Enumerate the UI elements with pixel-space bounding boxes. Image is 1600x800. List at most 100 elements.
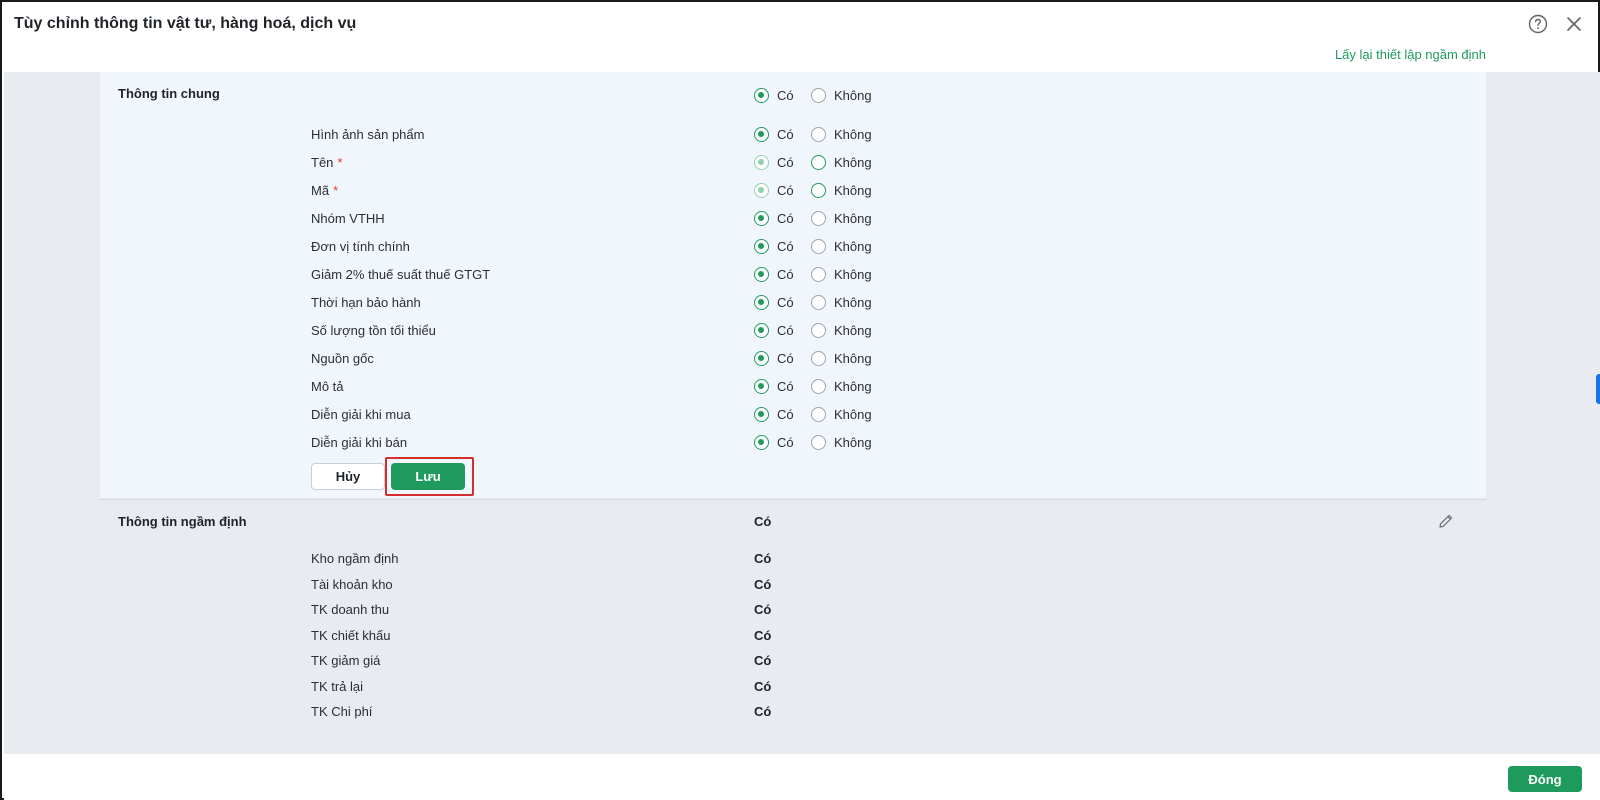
reset-defaults-link[interactable]: Lấy lại thiết lập ngầm định: [1335, 47, 1486, 62]
radio-yes-label: Có: [777, 378, 794, 394]
default-field-value: Có: [754, 576, 772, 592]
radio-no-dot[interactable]: [811, 126, 826, 142]
radio-no-label: Không: [834, 182, 872, 198]
field-name: Giảm 2% thuế suất thuế GTGT: [311, 267, 491, 282]
field-row-label: Tên *: [311, 155, 342, 170]
field-row-11-radio-group: Có Không: [754, 433, 872, 451]
radio-yes-dot[interactable]: [754, 238, 769, 254]
default-field-value: Có: [754, 551, 772, 566]
radio-no-label: Không: [834, 322, 872, 338]
field-name: Nhóm VTHH: [311, 211, 385, 226]
radio-yes-label: Có: [777, 434, 794, 450]
field-row-6-radio-yes[interactable]: Có: [754, 294, 811, 310]
field-row-0-radio-yes[interactable]: Có: [754, 126, 811, 142]
radio-yes-label: Có: [777, 350, 794, 366]
radio-no-dot[interactable]: [811, 350, 826, 366]
field-row-4-radio-no[interactable]: Không: [811, 238, 872, 254]
field-row-7-radio-no[interactable]: Không: [811, 322, 872, 338]
radio-yes-dot[interactable]: [754, 322, 769, 338]
pencil-icon[interactable]: [1437, 512, 1455, 530]
general-section-radio-yes[interactable]: Có: [754, 87, 811, 103]
field-row-0-radio-group: Có Không: [754, 125, 872, 143]
field-row-3-radio-yes[interactable]: Có: [754, 210, 811, 226]
field-name: Tên: [311, 155, 334, 170]
field-row-label: Diễn giải khi mua: [311, 407, 411, 422]
radio-yes-label: Có: [777, 294, 794, 310]
radio-yes-dot[interactable]: [754, 350, 769, 366]
radio-no-label: Không: [834, 350, 872, 366]
field-name: Thời hạn bảo hành: [311, 295, 421, 310]
dialog-title: Tùy chỉnh thông tin vật tư, hàng hoá, dị…: [14, 15, 357, 32]
dialog-footer: Đóng: [4, 754, 1600, 800]
save-button[interactable]: Lưu: [391, 463, 465, 490]
radio-yes-label: Có: [777, 154, 794, 170]
cancel-button[interactable]: Hủy: [311, 463, 385, 490]
field-row-8-radio-yes[interactable]: Có: [754, 350, 811, 366]
field-row-11-radio-yes[interactable]: Có: [754, 434, 811, 450]
field-row-5-radio-yes[interactable]: Có: [754, 266, 811, 282]
general-section-radio-group: Có Không: [754, 86, 872, 104]
default-info-section: Thông tin ngầm định Có Kho ngầm định Có Tài …: [100, 499, 1486, 754]
default-field-label: TK chiết khấu: [311, 627, 391, 643]
radio-yes-dot[interactable]: [754, 434, 769, 450]
field-row-3-radio-no[interactable]: Không: [811, 210, 872, 226]
field-row-4-radio-group: Có Không: [754, 237, 872, 255]
field-row-label: Giảm 2% thuế suất thuế GTGT: [311, 267, 490, 282]
field-row-0-radio-no[interactable]: Không: [811, 126, 872, 142]
general-info-section: Thông tin chung Có Không Hình ảnh sản phẩm C…: [100, 72, 1486, 498]
field-row-label: Nhóm VTHH: [311, 211, 385, 226]
field-row-7-radio-yes[interactable]: Có: [754, 322, 811, 338]
required-asterisk: *: [333, 183, 339, 198]
radio-yes-dot[interactable]: [754, 294, 769, 310]
field-row-11-radio-no[interactable]: Không: [811, 434, 872, 450]
default-field-value: Có: [754, 602, 772, 617]
close-dialog-button[interactable]: Đóng: [1508, 766, 1582, 792]
radio-yes-dot[interactable]: [754, 378, 769, 394]
radio-yes-label: Có: [777, 87, 794, 103]
default-field-value: Có: [754, 653, 772, 668]
radio-yes-dot[interactable]: [754, 266, 769, 282]
radio-no-dot: [811, 182, 826, 198]
field-row-6-radio-no[interactable]: Không: [811, 294, 872, 310]
close-icon[interactable]: [1564, 14, 1584, 34]
radio-no-dot[interactable]: [811, 434, 826, 450]
field-row-9-radio-yes[interactable]: Có: [754, 378, 811, 394]
radio-no-dot[interactable]: [811, 87, 826, 103]
field-row-9-radio-no[interactable]: Không: [811, 378, 872, 394]
field-row-8-radio-group: Có Không: [754, 349, 872, 367]
radio-no-dot[interactable]: [811, 266, 826, 282]
radio-yes-dot[interactable]: [754, 210, 769, 226]
radio-no-dot[interactable]: [811, 294, 826, 310]
field-row-10-radio-group: Có Không: [754, 405, 872, 423]
field-row-6-radio-group: Có Không: [754, 293, 872, 311]
field-row-8-radio-no[interactable]: Không: [811, 350, 872, 366]
radio-no-dot[interactable]: [811, 210, 826, 226]
radio-no-dot[interactable]: [811, 378, 826, 394]
required-asterisk: *: [337, 155, 343, 170]
default-field-value: Có: [754, 627, 772, 643]
radio-yes-dot[interactable]: [754, 406, 769, 422]
side-tab-handle[interactable]: [1596, 374, 1600, 404]
field-row-label: Mô tả: [311, 379, 344, 394]
field-row-5-radio-no[interactable]: Không: [811, 266, 872, 282]
radio-no-dot[interactable]: [811, 238, 826, 254]
defaults-section-title: Thông tin ngầm định: [118, 514, 247, 529]
radio-no-dot[interactable]: [811, 322, 826, 338]
radio-no-label: Không: [834, 87, 872, 103]
help-circle-icon[interactable]: [1528, 14, 1548, 34]
radio-yes-dot[interactable]: [754, 126, 769, 142]
radio-yes-label: Có: [777, 406, 794, 422]
radio-yes-label: Có: [777, 266, 794, 282]
field-name: Số lượng tồn tối thiểu: [311, 323, 436, 338]
radio-no-label: Không: [834, 434, 872, 450]
field-row-5-radio-group: Có Không: [754, 265, 872, 283]
radio-yes-dot[interactable]: [754, 87, 769, 103]
field-row-10-radio-yes[interactable]: Có: [754, 406, 811, 422]
general-section-radio-no[interactable]: Không: [811, 87, 872, 103]
field-row-label: Mã *: [311, 183, 338, 198]
radio-no-dot[interactable]: [811, 406, 826, 422]
radio-no-dot: [811, 154, 826, 170]
field-row-10-radio-no[interactable]: Không: [811, 406, 872, 422]
field-row-4-radio-yes[interactable]: Có: [754, 238, 811, 254]
default-field-value: Có: [754, 704, 772, 719]
